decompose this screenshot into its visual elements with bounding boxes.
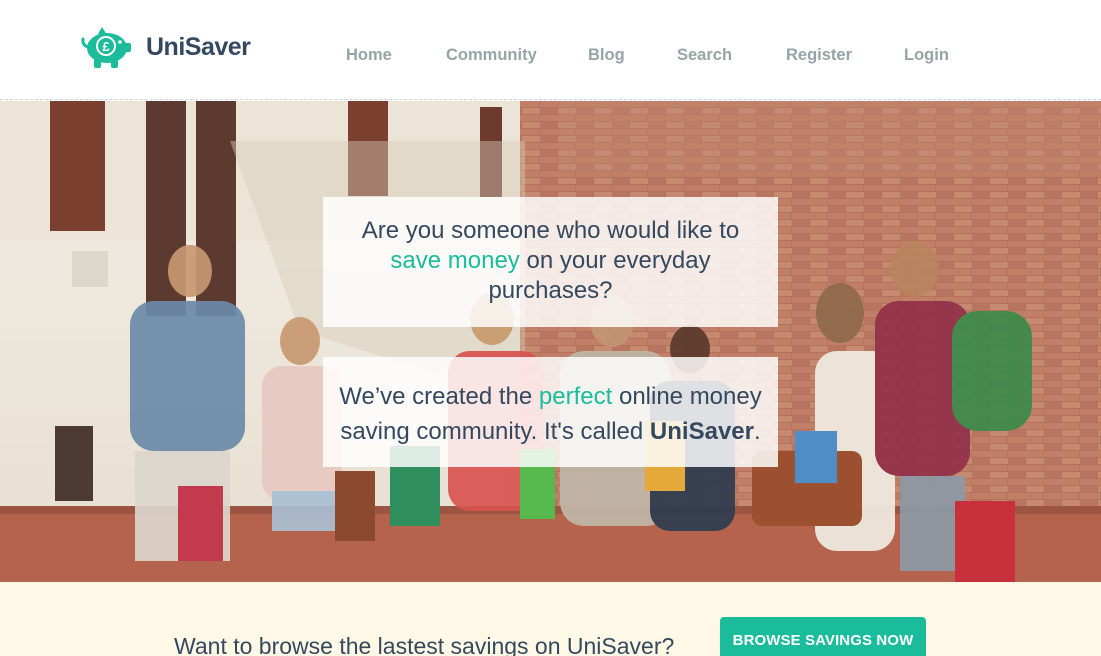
hero-photo	[0, 101, 1101, 582]
hero-intro-line-2-suffix: .	[753, 418, 761, 445]
nav-home[interactable]: Home	[346, 46, 392, 65]
nav-login[interactable]: Login	[904, 46, 949, 65]
save-money-highlight: save money	[390, 247, 520, 274]
main-nav: Home Community Blog Search Register Logi…	[0, 46, 1101, 68]
nav-register[interactable]: Register	[786, 46, 852, 65]
hero-question-line-3: purchases?	[488, 277, 613, 304]
hero-question-line-2-rest: on your everyday	[519, 247, 711, 274]
hero-brand-mention: UniSaver	[649, 418, 754, 445]
hero-question-card: Are you someone who would like to save m…	[323, 197, 778, 327]
hero-intro-line-1: We’ve created the perfect online money	[323, 379, 778, 414]
hero-question-line-2: save money on your everyday	[323, 246, 778, 276]
browse-cta-text: Want to browse the lastest savings on Un…	[174, 633, 675, 656]
site-header: £ UniSaver Home Community Blog Search Re…	[0, 0, 1101, 100]
perfect-highlight: perfect	[538, 383, 613, 410]
nav-search[interactable]: Search	[677, 46, 732, 65]
hero-intro-line-2-prefix: saving community. It's called	[340, 418, 650, 445]
hero-section: Are you someone who would like to save m…	[0, 101, 1101, 582]
hero-intro-card: We’ve created the perfect online money s…	[323, 357, 778, 467]
nav-blog[interactable]: Blog	[588, 46, 625, 65]
browse-savings-button[interactable]: BROWSE SAVINGS NOW	[720, 617, 926, 656]
hero-intro-prefix: We’ve created the	[339, 383, 539, 410]
browse-cta-section: Want to browse the lastest savings on Un…	[0, 582, 1101, 656]
hero-intro-suffix: online money	[612, 383, 762, 410]
nav-community[interactable]: Community	[446, 46, 537, 65]
hero-question-line-1: Are you someone who would like to	[361, 217, 740, 244]
hero-intro-line-2: saving community. It's called UniSaver.	[323, 414, 778, 449]
